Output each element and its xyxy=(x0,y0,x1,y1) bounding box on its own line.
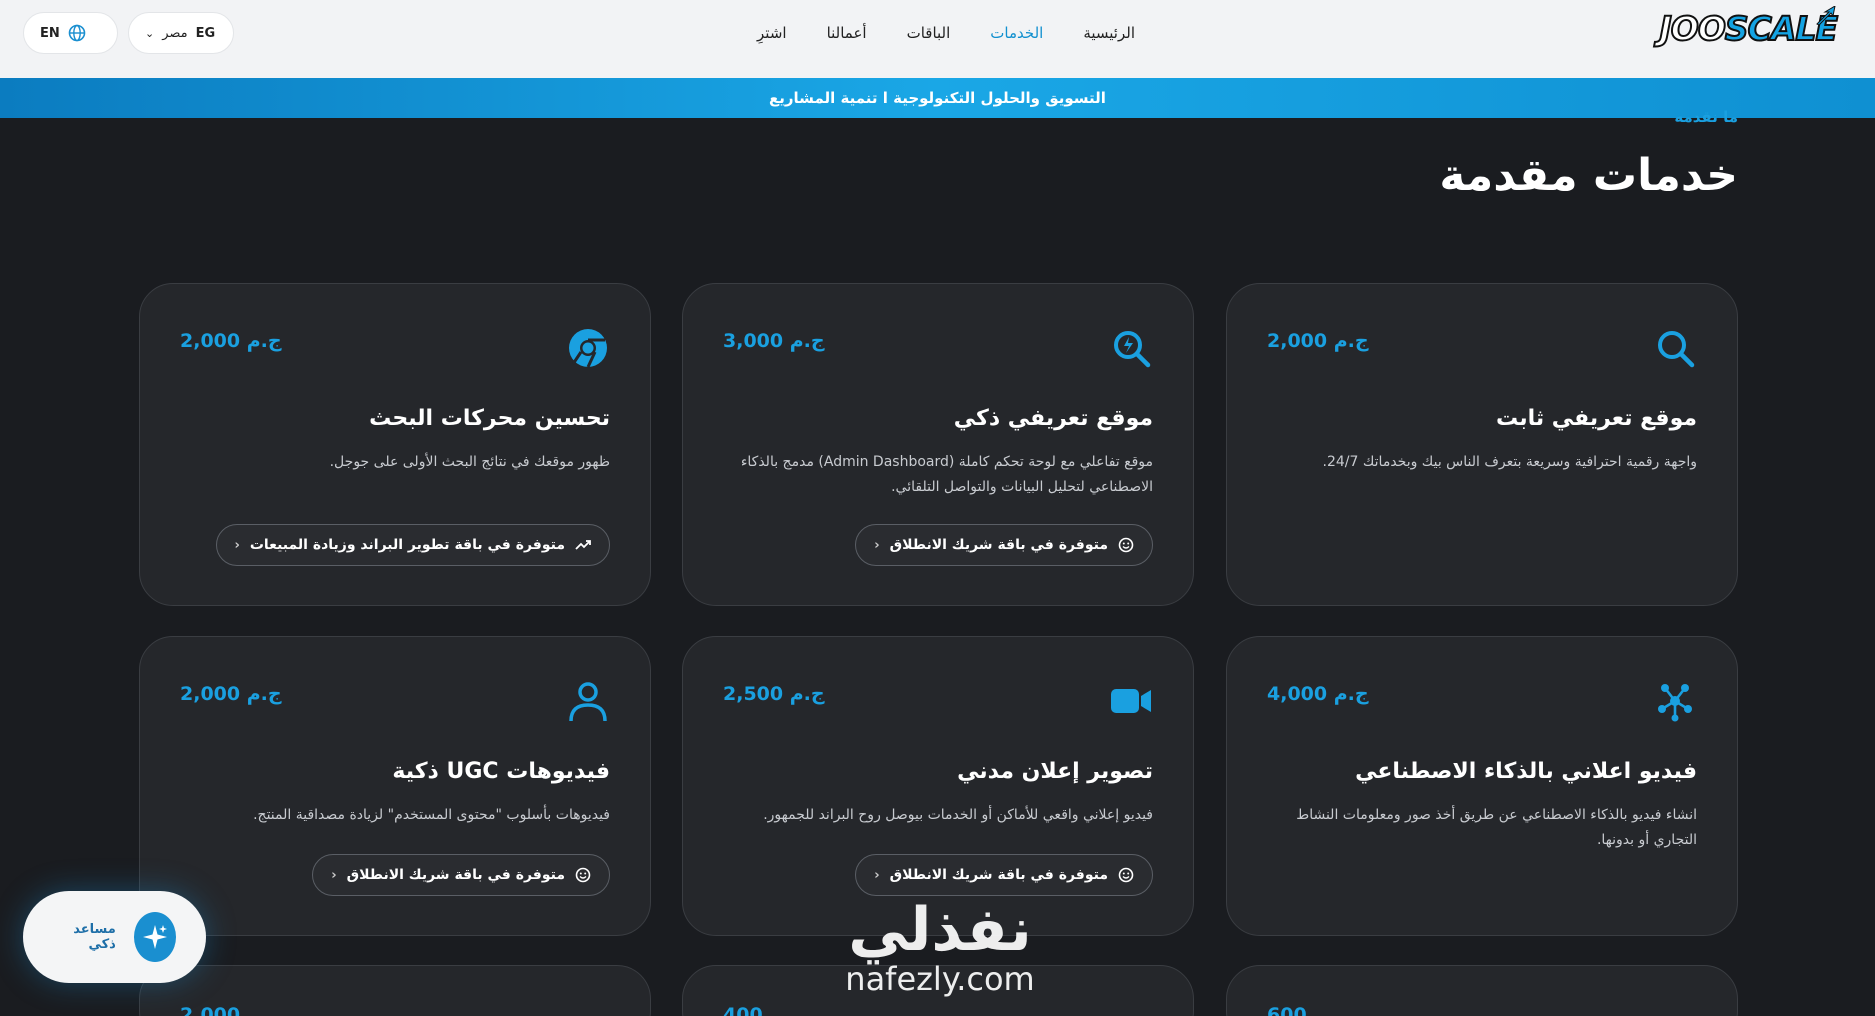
card-price: 3,000 ج.م xyxy=(723,330,825,352)
card-title: موقع تعريفي ذكي xyxy=(953,406,1153,431)
service-card[interactable]: 3,000 ج.م موقع تعريفي ذكي موقع تفاعلي مع… xyxy=(682,283,1194,606)
search-icon xyxy=(1658,331,1695,368)
language-selector[interactable]: EN xyxy=(23,12,118,54)
card-title: فيديوهات UGC ذكية xyxy=(392,759,610,784)
card-price: 4,000 ج.م xyxy=(1267,683,1369,705)
smart-assistant-button[interactable]: مساعد ذكي xyxy=(23,891,206,983)
section-eyebrow: ما نقدمه xyxy=(1674,108,1738,126)
package-availability-button[interactable]: متوفرة في باقة شريك الانطلاق ‹ xyxy=(312,854,610,896)
country-code: EG xyxy=(195,25,216,41)
card-description: واجهة رقمية احترافية وسريعة بتعرف الناس … xyxy=(1322,454,1698,470)
nav-portfolio[interactable]: أعمالنا xyxy=(807,0,887,66)
card-title: موقع تعريفي ثابت xyxy=(1496,406,1697,431)
user-icon xyxy=(569,682,607,722)
chevron-left-icon: ‹ xyxy=(874,537,880,553)
service-card[interactable]: 2,000 ج.م تحسين محركات البحث ظهور موقعك … xyxy=(139,283,651,606)
card-price: 2,000 ج.م xyxy=(180,683,282,705)
card-description: انشاء فيديو بالذكاء الاصطناعي عن طريق أخ… xyxy=(1296,807,1697,848)
nav-buy[interactable]: اشترِ xyxy=(737,0,807,66)
package-availability-button[interactable]: متوفرة في باقة شريك الانطلاق ‹ xyxy=(855,854,1153,896)
card-price: 2,000 ج.م xyxy=(180,330,282,352)
service-card[interactable]: 4,000 ج.م فيديو اعلاني بالذكاء الاصطناعي… xyxy=(1226,636,1738,936)
nav-packages[interactable]: الباقات xyxy=(887,0,971,66)
card-title: فيديو اعلاني بالذكاء الاصطناعي xyxy=(1355,759,1697,784)
card-price: 600 xyxy=(1267,1004,1307,1016)
card-price: 2,000 ج.م xyxy=(1267,330,1369,352)
smile-icon xyxy=(1118,537,1134,553)
nav-services[interactable]: الخدمات xyxy=(970,0,1063,66)
announcement-banner: التسويق والحلول التكنولوجية ا تنمية المش… xyxy=(0,78,1875,118)
logo-arrow-icon xyxy=(1816,6,1836,26)
package-availability-button[interactable]: متوفرة في باقة شريك الانطلاق ‹ xyxy=(855,524,1153,566)
smile-icon xyxy=(575,867,591,883)
globe-icon xyxy=(68,24,86,42)
card-price: 2,000 xyxy=(180,1004,241,1016)
card-title: تحسين محركات البحث xyxy=(369,406,610,431)
trend-up-icon xyxy=(575,540,591,550)
section-title: خدمات مقدمة xyxy=(1439,150,1738,201)
card-price: 2,500 ج.م xyxy=(723,683,825,705)
smart-search-icon xyxy=(1114,331,1151,368)
service-card[interactable]: 2,000 ج.م فيديوهات UGC ذكية فيديوهات بأس… xyxy=(139,636,651,936)
chrome-icon xyxy=(569,329,607,368)
top-navigation-bar: JOOSCALE الرئيسية الخدمات الباقات أعمالن… xyxy=(0,0,1875,78)
watermark-latin: nafezly.com xyxy=(845,960,1035,998)
banner-text: التسويق والحلول التكنولوجية ا تنمية المش… xyxy=(769,89,1106,107)
card-price: 400 xyxy=(723,1004,763,1016)
card-description: ظهور موقعك في نتائج البحث الأولى على جوج… xyxy=(329,454,610,470)
country-selector[interactable]: ⌄ مصر EG xyxy=(128,12,234,54)
chevron-down-icon: ⌄ xyxy=(145,26,155,40)
jooscale-logo[interactable]: JOOSCALE xyxy=(1658,6,1839,46)
smile-icon xyxy=(1118,867,1134,883)
package-availability-button[interactable]: متوفرة في باقة تطوير البراند وزيادة المب… xyxy=(215,524,610,566)
chevron-left-icon: ‹ xyxy=(874,867,880,883)
cta-label: متوفرة في باقة تطوير البراند وزيادة المب… xyxy=(249,537,565,553)
nafezly-watermark: نفذلي nafezly.com xyxy=(820,900,1060,998)
cta-label: متوفرة في باقة شريك الانطلاق xyxy=(346,867,565,883)
cta-label: متوفرة في باقة شريك الانطلاق xyxy=(889,867,1108,883)
service-card[interactable]: 2,000 ج.م موقع تعريفي ثابت واجهة رقمية ا… xyxy=(1226,283,1738,606)
assistant-label: مساعد ذكي xyxy=(73,922,116,952)
card-description: موقع تفاعلي مع لوحة تحكم كاملة (Admin Da… xyxy=(740,454,1153,495)
service-card[interactable]: 2,000 xyxy=(139,965,651,1016)
ai-network-icon xyxy=(1658,684,1692,722)
card-description: فيديوهات بأسلوب "محتوى المستخدم" لزيادة … xyxy=(253,807,610,823)
sparkle-icon xyxy=(133,912,176,962)
watermark-arabic: نفذلي xyxy=(848,895,1032,965)
nav-home[interactable]: الرئيسية xyxy=(1063,0,1155,66)
language-code: EN xyxy=(40,25,60,41)
video-camera-icon xyxy=(1111,689,1151,713)
card-title: تصوير إعلان مدني xyxy=(957,759,1153,784)
main-nav: الرئيسية الخدمات الباقات أعمالنا اشترِ xyxy=(737,0,1155,66)
service-card[interactable]: 2,500 ج.م تصوير إعلان مدني فيديو إعلاني … xyxy=(682,636,1194,936)
chevron-left-icon: ‹ xyxy=(234,537,240,553)
card-description: فيديو إعلاني واقعي للأماكن أو الخدمات بي… xyxy=(763,807,1153,823)
service-card[interactable]: 600 xyxy=(1226,965,1738,1016)
chevron-left-icon: ‹ xyxy=(331,867,337,883)
cta-label: متوفرة في باقة شريك الانطلاق xyxy=(889,537,1108,553)
country-label: مصر xyxy=(162,25,188,41)
